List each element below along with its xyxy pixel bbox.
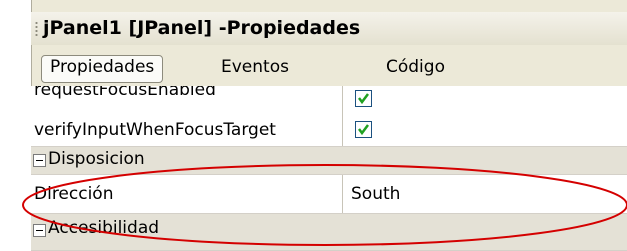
tab-eventos[interactable]: Eventos xyxy=(221,57,289,77)
direccion-value-field[interactable]: South xyxy=(351,184,400,204)
property-row-verify-input-when-focus-target: verifyInputWhenFocusTarget xyxy=(31,113,627,147)
property-row-request-focus-enabled: requestFocusEnabled xyxy=(31,86,627,114)
panel-titlebar: jPanel1 [JPanel] -Propiedades xyxy=(31,12,627,45)
column-divider xyxy=(342,86,343,113)
category-label: Accesibilidad xyxy=(48,218,160,238)
tab-bar: Propiedades Eventos Código xyxy=(31,54,627,84)
column-divider xyxy=(342,175,343,213)
property-name: verifyInputWhenFocusTarget xyxy=(34,120,276,140)
column-divider xyxy=(342,113,343,146)
verify-input-checkbox[interactable] xyxy=(355,121,372,138)
property-row-direccion: Dirección South xyxy=(31,175,627,214)
collapse-icon[interactable] xyxy=(33,154,46,167)
category-disposicion[interactable]: Disposicion xyxy=(31,147,627,175)
panel-title: jPanel1 [JPanel] -Propiedades xyxy=(43,17,361,39)
request-focus-enabled-checkbox[interactable] xyxy=(355,90,372,107)
category-label: Disposicion xyxy=(48,149,145,169)
tab-propiedades[interactable]: Propiedades xyxy=(41,55,164,83)
checkmark-icon xyxy=(358,93,369,105)
tab-codigo[interactable]: Código xyxy=(386,57,445,77)
collapse-icon[interactable] xyxy=(33,224,46,237)
property-name: Dirección xyxy=(34,184,114,204)
left-margin xyxy=(0,0,31,250)
category-accesibilidad[interactable]: Accesibilidad xyxy=(31,214,627,251)
property-name: requestFocusEnabled xyxy=(34,86,216,100)
checkmark-icon xyxy=(358,124,369,136)
drag-grip-icon[interactable] xyxy=(35,21,38,37)
